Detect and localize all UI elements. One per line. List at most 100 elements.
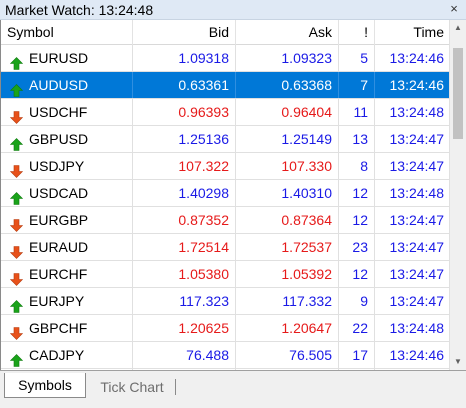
spread-cell: 12 (339, 207, 375, 233)
close-icon[interactable]: × (446, 1, 462, 17)
symbol-name: USDCAD (29, 185, 89, 201)
symbol-name: USDCHF (29, 104, 88, 120)
orange-down-arrow-icon (9, 322, 24, 340)
bid-cell: 1.72514 (133, 234, 236, 260)
table-row[interactable]: EURCHF 1.05380 1.05392 12 13:24:47 (1, 261, 449, 288)
ask-cell: 76.505 (236, 342, 339, 368)
ask-cell: 0.63368 (236, 72, 339, 98)
table-row[interactable]: USDCAD 1.40298 1.40310 12 13:24:48 (1, 180, 449, 207)
symbol-cell: GBPCHF (1, 315, 133, 341)
table-row[interactable]: EURUSD 1.09318 1.09323 5 13:24:46 (1, 45, 449, 72)
symbol-cell: USDJPY (1, 153, 133, 179)
bid-cell: 1.40298 (133, 180, 236, 206)
symbol-cell: USDCHF (1, 99, 133, 125)
green-up-arrow-icon (9, 295, 24, 313)
spread-cell: 23 (339, 234, 375, 260)
scroll-down-icon[interactable]: ▼ (450, 354, 466, 370)
symbol-name: USDJPY (29, 158, 85, 174)
green-up-arrow-icon (9, 79, 24, 97)
bid-cell: 117.323 (133, 288, 236, 314)
symbol-cell: EURGBP (1, 207, 133, 233)
time-cell: 13:24:46 (389, 347, 445, 363)
table-row[interactable]: CADJPY 76.488 76.505 17 13:24:46 (1, 342, 449, 369)
orange-down-arrow-icon (9, 214, 24, 232)
time-cell: 13:24:48 (389, 104, 445, 120)
orange-down-arrow-icon (9, 160, 24, 178)
tab-tick-chart[interactable]: Tick Chart (92, 375, 172, 399)
table-row[interactable]: GBPCHF 1.20625 1.20647 22 13:24:48 (1, 315, 449, 342)
symbol-cell: GBPUSD (1, 126, 133, 152)
scroll-up-icon[interactable]: ▲ (450, 20, 466, 36)
tab-bar: Symbols Tick Chart (0, 370, 466, 408)
table-row[interactable]: EURGBP 0.87352 0.87364 12 13:24:47 (1, 207, 449, 234)
symbol-cell: USDCAD (1, 180, 133, 206)
ask-cell: 0.87364 (236, 207, 339, 233)
tab-symbols[interactable]: Symbols (4, 373, 86, 398)
spread-cell: 7 (339, 72, 375, 98)
table-row[interactable]: EURAUD 1.72514 1.72537 23 13:24:47 (1, 234, 449, 261)
time-cell: 13:24:47 (389, 266, 445, 282)
symbols-table: Symbol Bid Ask ! Time EURUSD 1.09318 1.093… (0, 20, 449, 370)
ask-cell: 1.05392 (236, 261, 339, 287)
table-header: Symbol Bid Ask ! Time (1, 20, 449, 45)
symbol-name: EURCHF (29, 266, 88, 282)
column-header-ask[interactable]: Ask (236, 20, 339, 45)
symbol-cell: AUDUSD (1, 72, 133, 98)
ask-cell: 1.72537 (236, 234, 339, 260)
spread-cell: 11 (339, 99, 375, 125)
spread-cell: 9 (339, 288, 375, 314)
symbol-cell: EURUSD (1, 45, 133, 71)
bid-cell: 1.09318 (133, 45, 236, 71)
bid-cell: 1.20625 (133, 315, 236, 341)
time-cell: 13:24:46 (389, 77, 445, 93)
spread-cell: 12 (339, 180, 375, 206)
table-row[interactable]: USDCHF 0.96393 0.96404 11 13:24:48 (1, 99, 449, 126)
orange-down-arrow-icon (9, 241, 24, 259)
title-bar[interactable]: Market Watch: 13:24:48 × (0, 0, 466, 20)
column-header-symbol[interactable]: Symbol (1, 20, 133, 45)
time-cell: 13:24:46 (389, 50, 445, 66)
scrollbar-thumb[interactable] (453, 48, 463, 139)
symbol-name: EURUSD (29, 50, 89, 66)
symbol-name: EURGBP (29, 212, 89, 228)
time-cell: 13:24:47 (389, 212, 445, 228)
ask-cell: 107.330 (236, 153, 339, 179)
bid-cell: 107.322 (133, 153, 236, 179)
time-cell: 13:24:47 (389, 158, 445, 174)
column-header-spread[interactable]: ! (339, 20, 375, 45)
bid-cell: 0.87352 (133, 207, 236, 233)
time-cell: 13:24:47 (389, 293, 445, 309)
green-up-arrow-icon (9, 349, 24, 367)
spread-cell: 5 (339, 45, 375, 71)
column-header-time[interactable]: Time (375, 20, 449, 45)
symbol-name: GBPUSD (29, 131, 89, 147)
ask-cell: 1.09323 (236, 45, 339, 71)
table-row[interactable]: GBPUSD 1.25136 1.25149 13 13:24:47 (1, 126, 449, 153)
spread-cell: 8 (339, 153, 375, 179)
table-row[interactable]: USDJPY 107.322 107.330 8 13:24:47 (1, 153, 449, 180)
symbol-cell: EURAUD (1, 234, 133, 260)
time-cell: 13:24:47 (389, 131, 445, 147)
table-row[interactable]: EURJPY 117.323 117.332 9 13:24:47 (1, 288, 449, 315)
ask-cell: 117.332 (236, 288, 339, 314)
symbol-cell: EURCHF (1, 261, 133, 287)
spread-cell: 13 (339, 126, 375, 152)
tab-separator (175, 379, 176, 395)
table-row[interactable]: AUDUSD 0.63361 0.63368 7 13:24:46 (1, 72, 449, 99)
ask-cell: 1.20647 (236, 315, 339, 341)
ask-cell: 0.96404 (236, 99, 339, 125)
symbol-cell: EURJPY (1, 288, 133, 314)
bid-cell: 76.488 (133, 342, 236, 368)
ask-cell: 1.25149 (236, 126, 339, 152)
vertical-scrollbar[interactable]: ▲ ▼ (449, 20, 466, 370)
time-cell: 13:24:47 (389, 239, 445, 255)
column-header-bid[interactable]: Bid (133, 20, 236, 45)
symbol-cell: CADJPY (1, 342, 133, 368)
symbol-name: EURAUD (29, 239, 89, 255)
symbol-name: CADJPY (29, 347, 85, 363)
green-up-arrow-icon (9, 133, 24, 151)
time-cell: 13:24:48 (389, 320, 445, 336)
spread-cell: 17 (339, 342, 375, 368)
symbol-name: AUDUSD (29, 77, 89, 93)
bid-cell: 1.25136 (133, 126, 236, 152)
